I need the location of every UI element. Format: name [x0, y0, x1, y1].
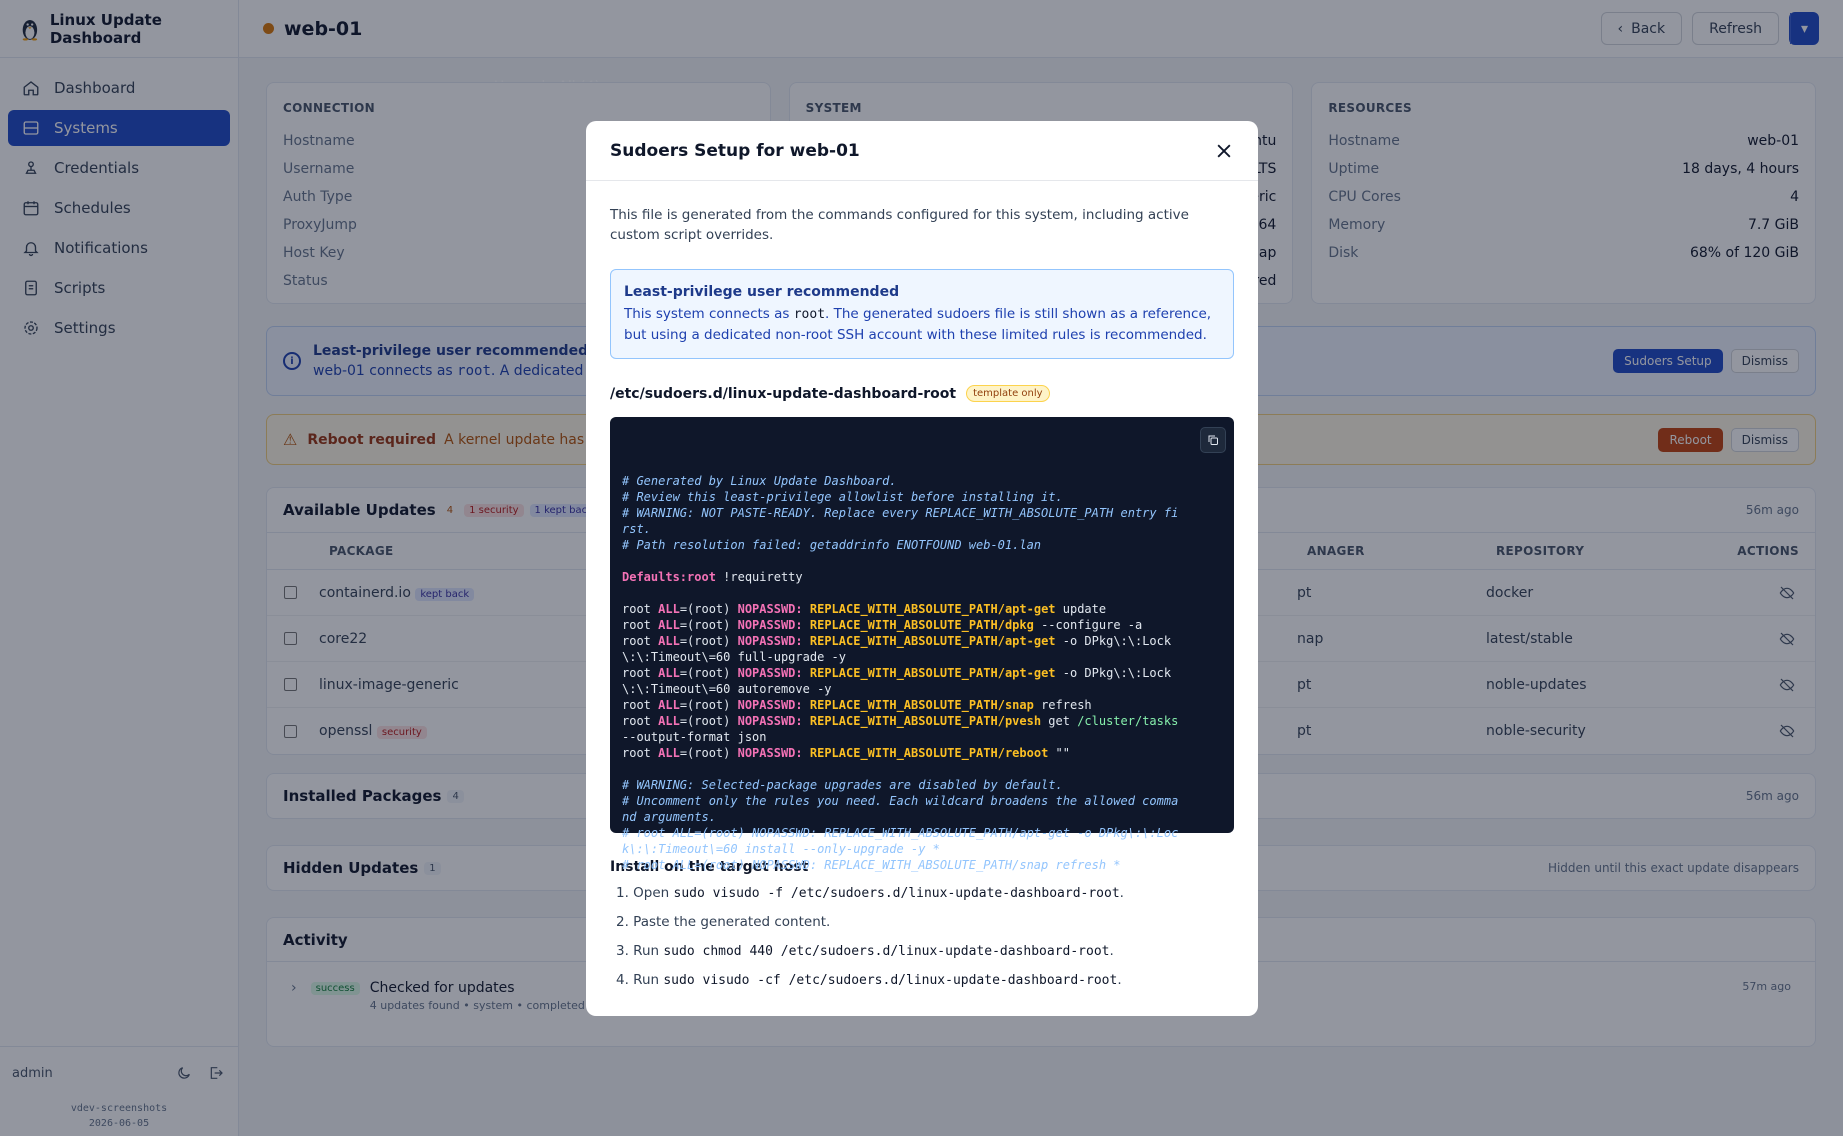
install-step: 1. Open sudo visudo -f /etc/sudoers.d/li… — [610, 885, 1234, 904]
code-line: nd arguments. — [622, 810, 716, 824]
close-icon[interactable] — [1214, 141, 1234, 161]
code-line: root ALL=(root) NOPASSWD: REPLACE_WITH_A… — [622, 714, 1179, 728]
note-code: root — [793, 307, 826, 322]
install-section: Install on the target host 1. Open sudo … — [610, 859, 1234, 991]
code-line: # Generated by Linux Update Dashboard. — [622, 474, 897, 488]
step-end: . — [1109, 943, 1114, 959]
code-line: root ALL=(root) NOPASSWD: REPLACE_WITH_A… — [622, 746, 1070, 760]
code-line: root ALL=(root) NOPASSWD: REPLACE_WITH_A… — [622, 634, 1172, 648]
step-code: sudo chmod 440 /etc/sudoers.d/linux-upda… — [663, 944, 1110, 959]
step-text: 2. Paste the generated content. — [616, 914, 831, 930]
step-text: 1. Open — [616, 885, 674, 901]
note-text-a: This system connects as — [624, 306, 794, 322]
code-line: --output-format json — [622, 730, 767, 744]
note-title: Least-privilege user recommended — [624, 284, 900, 300]
code-line: rst. — [622, 522, 651, 536]
code-line: # Uncomment only the rules you need. Eac… — [622, 794, 1179, 808]
code-line: # Path resolution failed: getaddrinfo EN… — [622, 538, 1042, 552]
sudoers-path: /etc/sudoers.d/linux-update-dashboard-ro… — [610, 385, 957, 402]
modal-description: This file is generated from the commands… — [610, 207, 1189, 243]
step-end: . — [1119, 885, 1124, 901]
sudoers-modal: Sudoers Setup for web-01 This file is ge… — [586, 121, 1258, 1016]
code-line: root ALL=(root) NOPASSWD: REPLACE_WITH_A… — [622, 602, 1107, 616]
install-step: 3. Run sudo chmod 440 /etc/sudoers.d/lin… — [610, 943, 1234, 962]
step-end: . — [1117, 972, 1122, 988]
code-line: # root ALL=(root) NOPASSWD: REPLACE_WITH… — [622, 826, 1179, 840]
copy-icon — [1208, 435, 1218, 445]
template-only-badge: template only — [966, 385, 1050, 402]
code-line: # Review this least-privilege allowlist … — [622, 490, 1063, 504]
code-line: # root ALL=(root) NOPASSWD: REPLACE_WITH… — [622, 858, 1121, 872]
least-privilege-note: Least-privilege user recommended This sy… — [610, 269, 1234, 359]
step-text: 4. Run — [616, 972, 664, 988]
code-line: # WARNING: NOT PASTE-READY. Replace ever… — [622, 506, 1179, 520]
step-code: sudo visudo -f /etc/sudoers.d/linux-upda… — [673, 886, 1120, 901]
code-line: Defaults:root !requiretty — [622, 570, 803, 584]
code-line: \:\:Timeout\=60 full-upgrade -y — [622, 650, 846, 664]
code-line: root ALL=(root) NOPASSWD: REPLACE_WITH_A… — [622, 698, 1092, 712]
code-line: root ALL=(root) NOPASSWD: REPLACE_WITH_A… — [622, 618, 1143, 632]
install-step: 4. Run sudo visudo -cf /etc/sudoers.d/li… — [610, 972, 1234, 991]
code-line: k\:\:Timeout\=60 install --only-upgrade … — [622, 842, 940, 856]
sudoers-code-block[interactable]: # Generated by Linux Update Dashboard. # … — [610, 417, 1234, 872]
step-text: 3. Run — [616, 943, 664, 959]
modal-title: Sudoers Setup for web-01 — [610, 140, 860, 161]
install-step: 2. Paste the generated content. — [610, 914, 1234, 933]
step-code: sudo visudo -cf /etc/sudoers.d/linux-upd… — [663, 973, 1118, 988]
code-line: root ALL=(root) NOPASSWD: REPLACE_WITH_A… — [622, 666, 1172, 680]
copy-button[interactable] — [1200, 427, 1226, 453]
code-line: # WARNING: Selected-package upgrades are… — [622, 778, 1063, 792]
code-line: \:\:Timeout\=60 autoremove -y — [622, 682, 832, 696]
